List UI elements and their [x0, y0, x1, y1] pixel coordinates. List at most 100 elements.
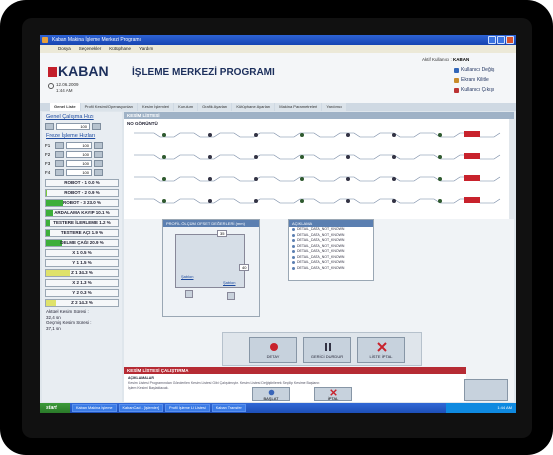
logout-link[interactable]: Kullanıcı Çıkışı [454, 85, 494, 95]
operation-marker[interactable] [162, 133, 166, 137]
logo-text: KABAN [58, 63, 109, 79]
operation-marker[interactable] [208, 155, 212, 159]
decrease-button[interactable] [55, 169, 64, 176]
taskbar-item-kaban-transfer[interactable]: Kaban Transfer [211, 404, 246, 412]
operation-marker[interactable] [300, 199, 304, 203]
kesim-listesi-bar: KESİM LİSTESİ [124, 112, 514, 119]
side-action-button[interactable] [464, 379, 508, 401]
operation-marker[interactable] [346, 133, 350, 137]
operation-marker[interactable] [254, 199, 258, 203]
meter-label: ROBOT - 1 0.0 % [64, 180, 100, 185]
cut-time-info: Aktüel Kesim Süresi : 32,4 sn Geçmiş Kes… [42, 307, 122, 333]
cut-list-scrollbar[interactable] [509, 119, 514, 219]
tab-genel-liste[interactable]: Genel Liste [50, 103, 80, 111]
operation-marker[interactable] [300, 133, 304, 137]
genel-hiz-value[interactable]: 100 [56, 123, 90, 130]
detay-button[interactable]: DETAY [249, 337, 297, 363]
freze-value[interactable]: 100 [66, 142, 92, 149]
decrease-button[interactable] [55, 142, 64, 149]
lock-icon [454, 77, 459, 83]
start-button[interactable]: start [40, 403, 70, 413]
operation-marker[interactable] [254, 155, 258, 159]
sablon-left-button[interactable] [185, 290, 193, 298]
cancel-list-icon [377, 342, 387, 352]
menu-item-secenekler[interactable]: Seçenekler [79, 45, 102, 53]
lock-screen-link[interactable]: Ekranı Kilitle [454, 75, 494, 85]
operation-marker[interactable] [438, 155, 442, 159]
operation-marker[interactable] [438, 133, 442, 137]
axis-meter: ROBOT - 1 0.0 % [45, 179, 119, 187]
system-tray-clock[interactable]: 1:44 AM [446, 403, 516, 413]
tab-kutuphane-ayarlari[interactable]: Kütüphane Ayarları [232, 103, 275, 111]
iptal-button[interactable]: İPTAL [314, 387, 352, 401]
freze-rows: F1 100 F2 100 F3 100 F4 100 [42, 141, 122, 177]
decrease-button[interactable] [45, 123, 54, 130]
operation-marker[interactable] [254, 177, 258, 181]
freze-value[interactable]: 100 [66, 169, 92, 176]
sablon-left-link[interactable]: Şablon [181, 274, 193, 279]
meter-fill [46, 210, 54, 216]
tab-grafik-ayarlari[interactable]: Grafik Ayarları [198, 103, 232, 111]
decrease-button[interactable] [55, 160, 64, 167]
taskbar-item-kaban-isleme[interactable]: Kaban Makina İşleme [72, 404, 117, 412]
sablon-right-link[interactable]: Şablon [223, 280, 235, 285]
operation-marker[interactable] [208, 199, 212, 203]
operation-marker[interactable] [392, 177, 396, 181]
tab-kesim-islemleri[interactable]: Kesim İşlemleri [138, 103, 174, 111]
taskbar-item-kabancad[interactable]: KabanCad - [işlemler] [118, 404, 164, 412]
taskbar-item-profil-isleme[interactable]: Profil İşleme Li Listesi [165, 404, 210, 412]
increase-button[interactable] [94, 151, 103, 158]
close-button[interactable] [506, 36, 514, 44]
menu-item-dosya[interactable]: Dosya [58, 45, 71, 53]
operation-marker[interactable] [438, 177, 442, 181]
operation-marker[interactable] [392, 155, 396, 159]
freze-value[interactable]: 100 [66, 151, 92, 158]
operation-marker[interactable] [300, 155, 304, 159]
operation-marker[interactable] [162, 199, 166, 203]
operation-marker[interactable] [162, 155, 166, 159]
liste-iptal-button[interactable]: LİSTE İPTAL [357, 337, 405, 363]
meter-label: X 1 0.5 % [72, 250, 92, 255]
gerici-durdur-button[interactable]: GERİCİ DURDUR [303, 337, 351, 363]
increase-button[interactable] [94, 160, 103, 167]
operation-marker[interactable] [346, 177, 350, 181]
minimize-button[interactable] [488, 36, 496, 44]
operation-marker[interactable] [254, 133, 258, 137]
operation-marker[interactable] [392, 199, 396, 203]
tab-profil-kesimi[interactable]: Profil Kesimi/Operasyonları [80, 103, 138, 111]
operation-marker[interactable] [346, 155, 350, 159]
increase-button[interactable] [94, 142, 103, 149]
maximize-button[interactable] [497, 36, 505, 44]
profile-outline [134, 198, 501, 204]
freze-label: F4 [45, 170, 51, 175]
user-links: Kullanıcı Değiş Ekranı Kilitle Kullanıcı… [454, 65, 494, 95]
operation-marker[interactable] [438, 199, 442, 203]
decrease-button[interactable] [55, 151, 64, 158]
increase-button[interactable] [92, 123, 101, 130]
profile-top-offset[interactable]: 35 [217, 230, 228, 237]
kesim-calistirma-panel: KESİM LİSTESİ ÇALIŞTIRMA AÇIKLAMALAR Kes… [124, 367, 466, 402]
active-user-name: KABAN [453, 57, 470, 62]
meter-label: Y 2 0.3 % [72, 290, 92, 295]
action-buttons: DETAY GERİCİ DURDUR LİSTE İPTAL [222, 332, 422, 366]
operation-marker[interactable] [392, 133, 396, 137]
window-title: Kaban Makina İşleme Merkezi Programı [52, 37, 141, 43]
operation-marker[interactable] [208, 133, 212, 137]
operation-marker[interactable] [162, 177, 166, 181]
tab-yardimci[interactable]: Yardımcı [322, 103, 347, 111]
tab-kurulum[interactable]: Kurulum [174, 103, 198, 111]
operation-marker[interactable] [300, 177, 304, 181]
profile-side-offset[interactable]: 40 [239, 264, 250, 271]
cancel-icon [330, 389, 337, 396]
meter-fill [46, 270, 71, 276]
operation-marker[interactable] [208, 177, 212, 181]
baslat-button[interactable]: BAŞLAT [252, 387, 290, 401]
increase-button[interactable] [94, 169, 103, 176]
change-user-link[interactable]: Kullanıcı Değiş [454, 65, 494, 75]
operation-marker[interactable] [346, 199, 350, 203]
sablon-right-button[interactable] [227, 292, 235, 300]
menu-item-yardim[interactable]: Yardım [139, 45, 153, 53]
freze-value[interactable]: 100 [66, 160, 92, 167]
menu-item-kutuphane[interactable]: Kütüphane [109, 45, 131, 53]
tab-makina-parametreleri[interactable]: Makina Parametreleri [275, 103, 322, 111]
